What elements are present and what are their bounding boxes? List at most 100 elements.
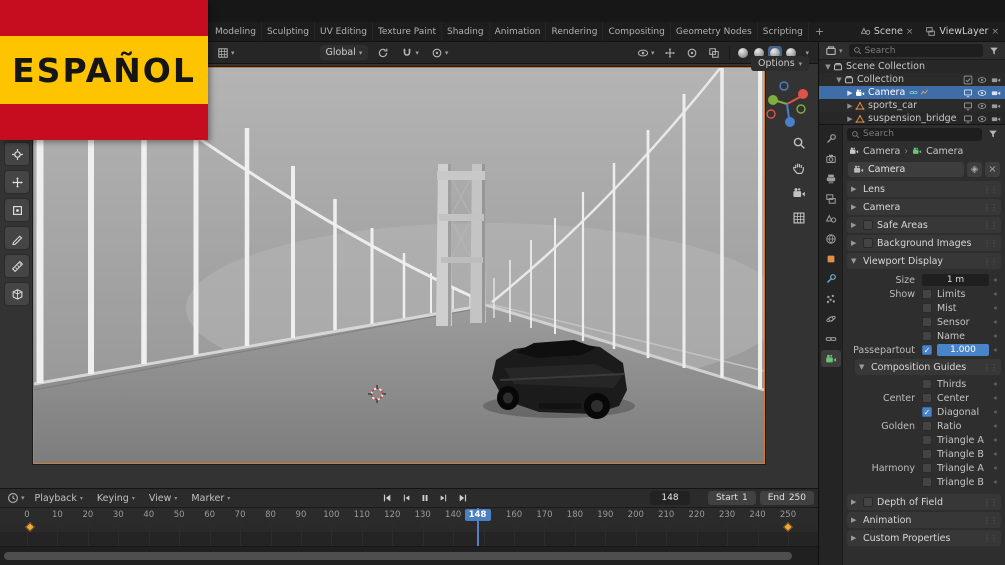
timeline-tracks[interactable]	[0, 522, 818, 546]
zoom-icon[interactable]	[792, 136, 806, 150]
proportional-editing-icon[interactable]: ▾	[428, 45, 452, 61]
measure-tool-button[interactable]	[4, 254, 30, 278]
outliner-editor-type-icon[interactable]: ▾	[822, 43, 846, 59]
workspace-tab-shading[interactable]: Shading	[442, 22, 490, 41]
mode-dropdown[interactable]: ▾	[214, 45, 238, 61]
properties-filter-icon[interactable]	[985, 127, 1001, 141]
xray-toggle-icon[interactable]	[705, 45, 723, 61]
drag-grip-icon[interactable]: ⋮⋮	[983, 516, 998, 525]
timeline-editor-type-icon[interactable]: ▾	[4, 490, 28, 506]
sports-car[interactable]	[492, 340, 627, 419]
frame-end-field[interactable]: End 250	[759, 491, 814, 505]
breadcrumb-data[interactable]: Camera	[926, 146, 963, 157]
frame-start-field[interactable]: Start 1	[707, 491, 756, 505]
timeline-menu-playback[interactable]: Playback ▾	[28, 493, 90, 504]
camera-id-field[interactable]: Camera	[848, 161, 964, 177]
section-viewport-display[interactable]: ▼ Viewport Display ⋮⋮	[847, 253, 1001, 269]
expand-arrow-icon[interactable]: ▶	[845, 115, 855, 123]
axis-navigation-gizmo[interactable]	[763, 78, 811, 130]
properties-tab-world[interactable]	[821, 230, 841, 247]
sensor-checkbox[interactable]	[922, 317, 932, 327]
outliner-item-suspension-bridge[interactable]: ▶ suspension_bridge	[819, 112, 1005, 125]
eye-toggle-icon[interactable]	[977, 75, 987, 85]
expand-arrow-icon[interactable]: ▼	[834, 76, 844, 84]
properties-tab-constraints[interactable]	[821, 330, 841, 347]
viewlayer-selector[interactable]: ViewLayer ×	[925, 26, 999, 37]
prev-keyframe-button[interactable]	[397, 491, 414, 505]
snap-magnet-icon[interactable]: ▾	[398, 45, 422, 61]
triangle-a-checkbox[interactable]	[922, 435, 932, 445]
camera-toggle-icon[interactable]	[991, 101, 1001, 111]
transform-tool-button[interactable]	[4, 198, 30, 222]
workspace-tab-sculpting[interactable]: Sculpting	[262, 22, 315, 41]
name-checkbox[interactable]	[922, 331, 932, 341]
timeline-menu-keying[interactable]: Keying ▾	[90, 493, 142, 504]
properties-tab-object-data[interactable]	[820, 350, 841, 367]
outliner-search-input[interactable]: Search	[848, 44, 983, 57]
drag-grip-icon[interactable]: ⋮⋮	[983, 185, 998, 194]
pivot-point-icon[interactable]	[374, 45, 392, 61]
unlink-data-button[interactable]: ×	[985, 161, 1000, 177]
eye-toggle-icon[interactable]	[977, 114, 987, 124]
workspace-tab-texture-paint[interactable]: Texture Paint	[373, 22, 443, 41]
checkbox-toggle-icon[interactable]	[963, 75, 973, 85]
cursor-tool-button[interactable]	[4, 142, 30, 166]
timeline-menu-marker[interactable]: Marker ▾	[184, 493, 237, 504]
diagonal-checkbox[interactable]	[922, 407, 932, 417]
section-safe-areas[interactable]: ▶ Safe Areas ⋮⋮	[847, 217, 1001, 233]
jump-start-button[interactable]	[378, 491, 395, 505]
drag-grip-icon[interactable]: ⋮⋮	[983, 203, 998, 212]
scene-selector[interactable]: Scene ×	[860, 26, 914, 37]
current-frame-field[interactable]: 148	[649, 491, 690, 505]
workspace-tab-animation[interactable]: Animation	[490, 22, 547, 41]
workspace-tab-rendering[interactable]: Rendering	[546, 22, 604, 41]
camera-view-icon[interactable]	[792, 186, 806, 200]
size-field[interactable]: 1 m	[922, 274, 989, 286]
section-background-images[interactable]: ▶ Background Images ⋮⋮	[847, 235, 1001, 251]
properties-tab-view-layer[interactable]	[821, 190, 841, 207]
triangle-b-checkbox[interactable]	[922, 477, 932, 487]
fake-user-shield-button[interactable]: ◈	[967, 161, 982, 177]
drag-grip-icon[interactable]: ⋮⋮	[983, 221, 998, 230]
properties-tab-tool[interactable]	[821, 130, 841, 147]
properties-tab-modifiers[interactable]	[821, 270, 841, 287]
center-checkbox[interactable]	[922, 393, 932, 403]
show-gizmo-icon[interactable]	[661, 45, 679, 61]
filter-icon[interactable]	[986, 44, 1002, 58]
limits-checkbox[interactable]	[922, 289, 932, 299]
breadcrumb-object[interactable]: Camera	[863, 146, 900, 157]
drag-grip-icon[interactable]: ⋮⋮	[983, 498, 998, 507]
properties-tab-output[interactable]	[821, 170, 841, 187]
pan-hand-icon[interactable]	[792, 161, 806, 175]
outliner-item-collection[interactable]: ▼ Collection	[819, 73, 1005, 86]
workspace-tab-modeling[interactable]: Modeling	[210, 22, 262, 41]
section-custom-properties[interactable]: ▶ Custom Properties ⋮⋮	[847, 530, 1001, 546]
expand-arrow-icon[interactable]: ▼	[823, 63, 833, 71]
workspace-tab-uv-editing[interactable]: UV Editing	[315, 22, 373, 41]
thirds-checkbox[interactable]	[922, 379, 932, 389]
add-cube-tool-button[interactable]	[4, 282, 30, 306]
section-checkbox[interactable]	[863, 220, 873, 230]
screen-toggle-icon[interactable]	[963, 101, 973, 111]
section-animation[interactable]: ▶ Animation ⋮⋮	[847, 512, 1001, 528]
passepartout-checkbox[interactable]	[922, 345, 932, 355]
show-overlays-icon[interactable]	[683, 45, 701, 61]
transform-orientation-dropdown[interactable]: Global ▾	[319, 45, 369, 60]
properties-tab-scene[interactable]	[821, 210, 841, 227]
add-workspace-button[interactable]: +	[809, 25, 830, 38]
scene-unlink-icon[interactable]: ×	[906, 27, 914, 37]
ratio-checkbox[interactable]	[922, 421, 932, 431]
tool-options-dropdown[interactable]: Options ▾	[751, 56, 810, 71]
show-object-types-dropdown[interactable]: ▾	[634, 45, 658, 61]
properties-search-input[interactable]: Search	[847, 127, 982, 141]
outliner-item-camera[interactable]: ▶ Camera	[819, 86, 1005, 99]
timeline-ruler[interactable]: 0102030405060708090100110120130140150160…	[0, 508, 818, 522]
move-tool-button[interactable]	[4, 170, 30, 194]
section-depth-of-field[interactable]: ▶ Depth of Field ⋮⋮	[847, 494, 1001, 510]
next-keyframe-button[interactable]	[435, 491, 452, 505]
workspace-tab-compositing[interactable]: Compositing	[603, 22, 671, 41]
drag-grip-icon[interactable]: ⋮⋮	[983, 257, 998, 266]
section-camera[interactable]: ▶ Camera ⋮⋮	[847, 199, 1001, 215]
section-checkbox[interactable]	[863, 238, 873, 248]
triangle-b-checkbox[interactable]	[922, 449, 932, 459]
